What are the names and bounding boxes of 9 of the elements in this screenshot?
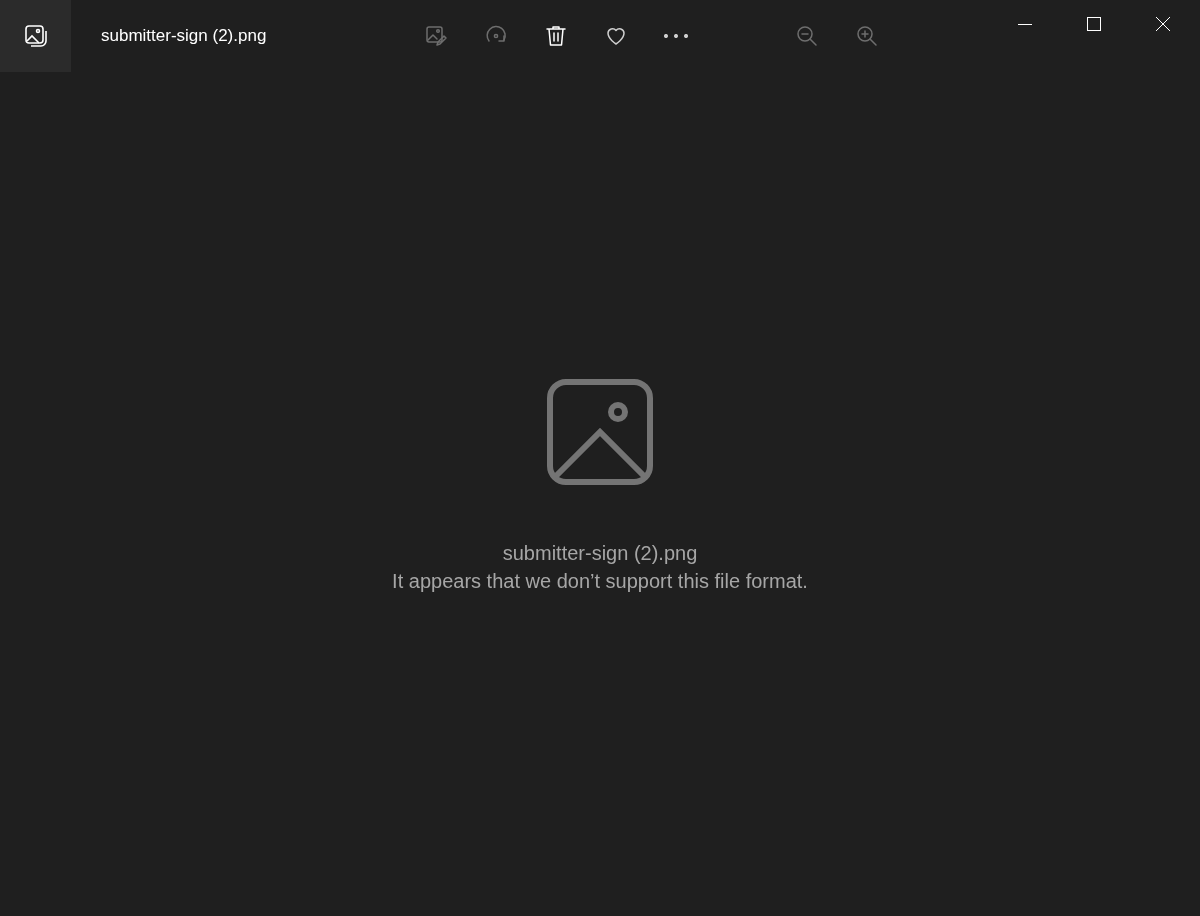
window-title: submitter-sign (2).png	[101, 26, 267, 46]
close-icon	[1155, 17, 1170, 31]
file-name: submitter-sign (2).png	[502, 541, 698, 566]
app-button[interactable]	[0, 0, 71, 72]
photos-icon	[23, 24, 48, 48]
image-placeholder-icon	[547, 379, 653, 485]
maximize-icon	[1086, 17, 1101, 31]
minimize-icon	[1017, 23, 1032, 25]
error-message: It appears that we don’t support this file format.	[392, 569, 808, 594]
